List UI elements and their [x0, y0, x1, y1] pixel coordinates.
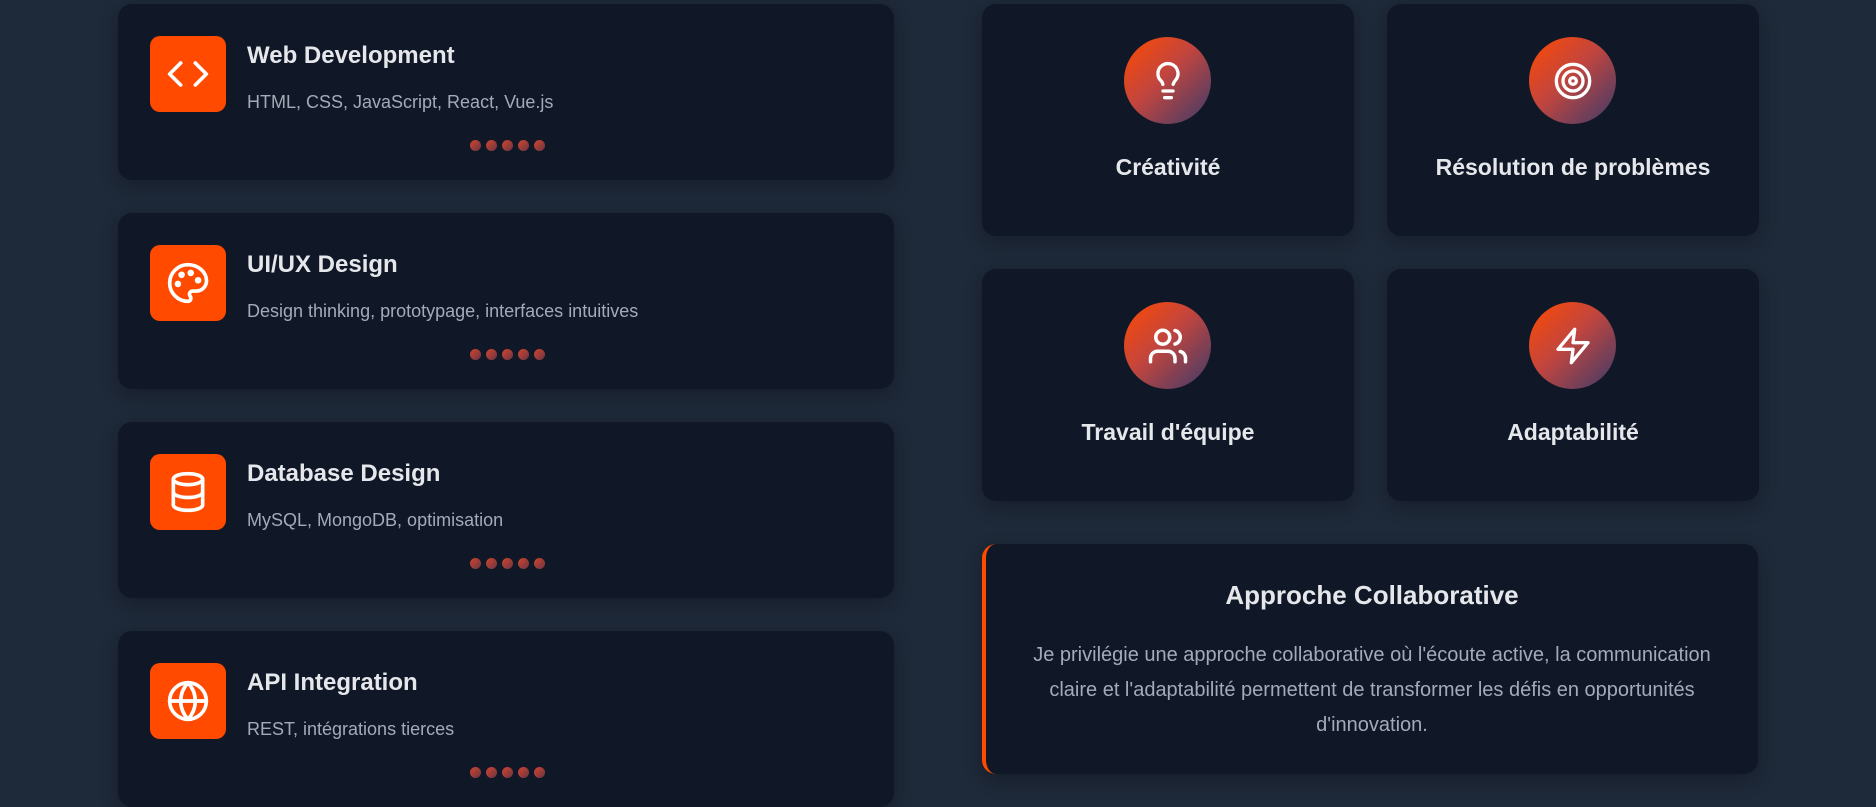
- skill-level-dots: [470, 558, 545, 569]
- level-dot: [486, 349, 497, 360]
- skill-level-dots: [470, 349, 545, 360]
- level-dot: [534, 558, 545, 569]
- skill-title: UI/UX Design: [247, 251, 398, 278]
- level-dot: [502, 558, 513, 569]
- level-dot: [518, 558, 529, 569]
- level-dot: [470, 767, 481, 778]
- soft-skill-label: Adaptabilité: [1507, 419, 1639, 445]
- target-icon: [1529, 37, 1616, 124]
- level-dot: [534, 140, 545, 151]
- level-dot: [502, 140, 513, 151]
- database-icon: [150, 454, 226, 530]
- collaborative-text: Je privilégie une approche collaborative…: [1033, 644, 1711, 736]
- palette-icon: [150, 245, 226, 321]
- collaborative-approach-card: Approche Collaborative Je privilégie une…: [982, 544, 1758, 774]
- soft-skill-label: Résolution de problèmes: [1435, 154, 1711, 180]
- skill-description: REST, intégrations tierces: [247, 719, 455, 739]
- soft-skill-label: Créativité: [1115, 154, 1221, 180]
- skill-level-dots: [470, 767, 545, 778]
- level-dot: [534, 349, 545, 360]
- level-dot: [518, 140, 529, 151]
- skill-card-web-development: Web Development HTML, CSS, JavaScript, R…: [118, 4, 894, 180]
- skill-description: MySQL, MongoDB, optimisation: [247, 510, 504, 530]
- users-icon: [1124, 302, 1211, 389]
- skill-card-database-design: Database Design MySQL, MongoDB, optimisa…: [118, 422, 894, 598]
- soft-skill-creativite: Créativité: [982, 4, 1354, 236]
- level-dot: [486, 558, 497, 569]
- globe-icon: [150, 663, 226, 739]
- soft-skill-adaptabilite: Adaptabilité: [1387, 269, 1759, 501]
- soft-skill-travail-equipe: Travail d'équipe: [982, 269, 1354, 501]
- level-dot: [486, 140, 497, 151]
- soft-skill-resolution: Résolution de problèmes: [1387, 4, 1759, 236]
- level-dot: [470, 349, 481, 360]
- collaborative-title: Approche Collaborative: [1225, 580, 1519, 610]
- level-dot: [486, 767, 497, 778]
- skill-level-dots: [470, 140, 545, 151]
- skill-title: API Integration: [247, 669, 418, 696]
- level-dot: [518, 349, 529, 360]
- level-dot: [502, 349, 513, 360]
- level-dot: [534, 767, 545, 778]
- skill-title: Database Design: [247, 460, 441, 487]
- zap-icon: [1529, 302, 1616, 389]
- lightbulb-icon: [1124, 37, 1211, 124]
- level-dot: [518, 767, 529, 778]
- soft-skill-label: Travail d'équipe: [1081, 419, 1255, 445]
- level-dot: [470, 140, 481, 151]
- skill-card-api-integration: API Integration REST, intégrations tierc…: [118, 631, 894, 807]
- skill-title: Web Development: [247, 42, 455, 69]
- skill-card-ui-ux-design: UI/UX Design Design thinking, prototypag…: [118, 213, 894, 389]
- code-icon: [150, 36, 226, 112]
- level-dot: [502, 767, 513, 778]
- level-dot: [470, 558, 481, 569]
- skill-description: Design thinking, prototypage, interfaces…: [247, 301, 639, 321]
- skill-description: HTML, CSS, JavaScript, React, Vue.js: [247, 92, 554, 112]
